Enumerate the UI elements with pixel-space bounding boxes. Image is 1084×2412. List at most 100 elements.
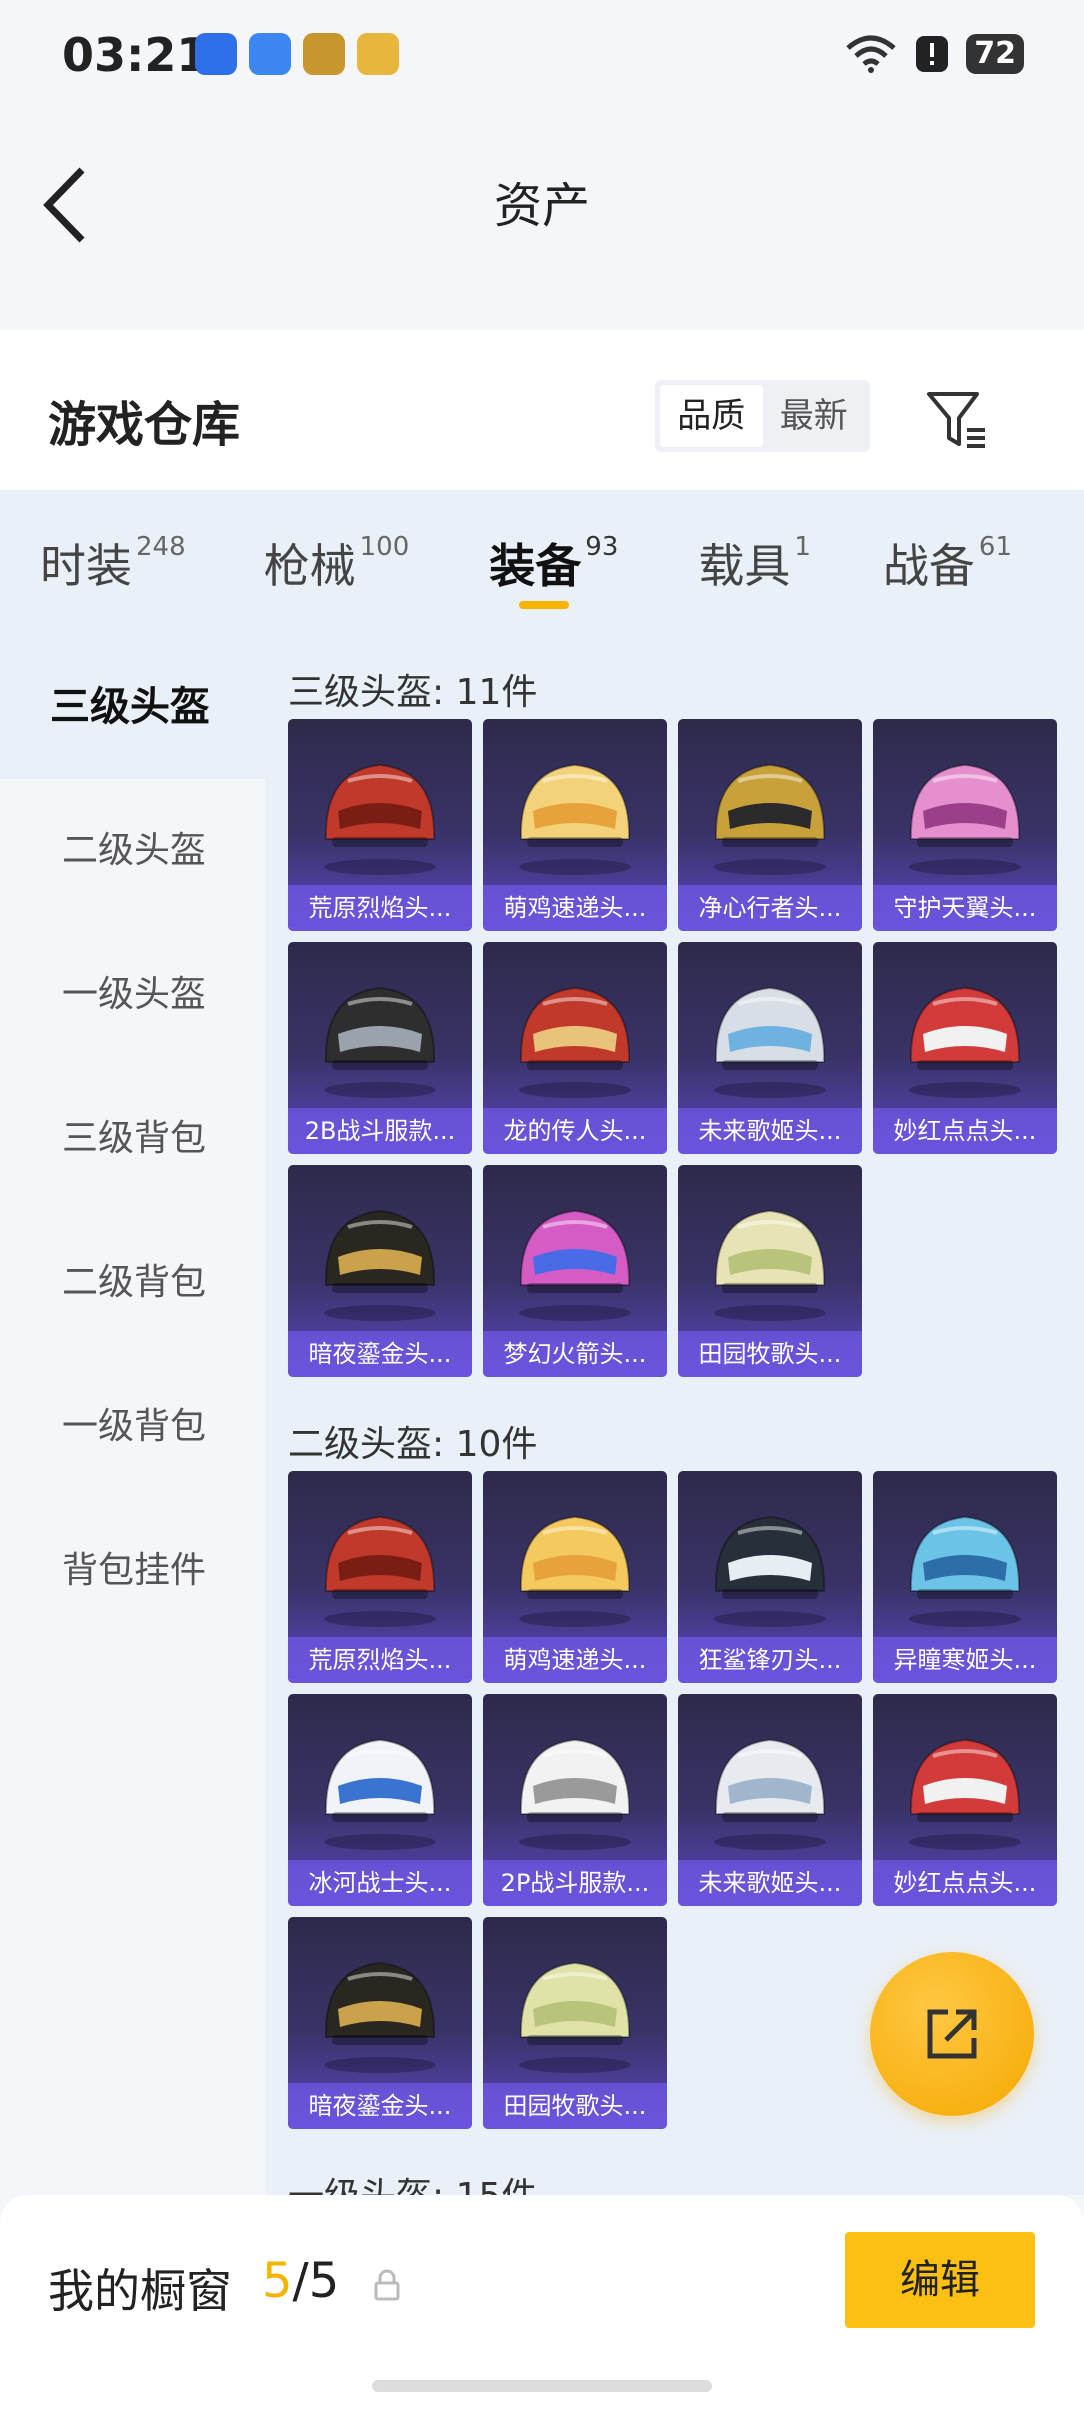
item-card[interactable]: 狂鲨锋刃头... <box>678 1471 862 1683</box>
helmet-image <box>519 986 631 1098</box>
ring-app-icon <box>357 33 399 75</box>
item-name: 守护天翼头... <box>873 885 1057 931</box>
tab-count: 248 <box>136 532 186 562</box>
tab-vehicles[interactable]: 载具 1 <box>648 490 841 635</box>
warehouse-header: 游戏仓库 品质 最新 <box>0 330 1084 490</box>
warehouse-title: 游戏仓库 <box>48 397 241 453</box>
item-name: 妙红点点头... <box>873 1108 1057 1154</box>
helmet-image <box>714 1209 826 1321</box>
helmet-image <box>714 763 826 875</box>
item-name: 未来歌姬头... <box>678 1108 862 1154</box>
item-card[interactable]: 未来歌姬头... <box>678 1694 862 1906</box>
item-card[interactable]: 荒原烈焰头... <box>288 719 472 931</box>
helmet-image <box>519 1209 631 1321</box>
item-name: 冰河战士头... <box>288 1860 472 1906</box>
sidebar: 三级头盔 二级头盔 一级头盔 三级背包 二级背包 一级背包 背包挂件 <box>0 635 265 2195</box>
item-name: 妙红点点头... <box>873 1860 1057 1906</box>
section-title: 二级头盔: 10件 <box>288 1424 538 1465</box>
item-card[interactable]: 异瞳寒姬头... <box>873 1471 1057 1683</box>
helmet-image <box>714 1738 826 1850</box>
tab-count: 93 <box>585 532 619 562</box>
item-card[interactable]: 田园牧歌头... <box>483 1917 667 2129</box>
tab-count: 1 <box>794 532 811 562</box>
item-name: 未来歌姬头... <box>678 1860 862 1906</box>
sort-toggle: 品质 最新 <box>655 380 870 452</box>
share-button[interactable] <box>870 1952 1034 2116</box>
item-card[interactable]: 暗夜鎏金头... <box>288 1917 472 2129</box>
helmet-image <box>324 763 436 875</box>
item-name: 萌鸡速递头... <box>483 1637 667 1683</box>
helmet-image <box>519 763 631 875</box>
tab-fashion[interactable]: 时装 248 <box>0 490 216 635</box>
sidebar-item-backpack-lv1[interactable]: 一级背包 <box>0 1355 265 1499</box>
item-card[interactable]: 冰河战士头... <box>288 1694 472 1906</box>
item-card[interactable]: 田园牧歌头... <box>678 1165 862 1377</box>
helmet-image <box>519 1961 631 2073</box>
item-card[interactable]: 未来歌姬头... <box>678 942 862 1154</box>
item-name: 荒原烈焰头... <box>288 885 472 931</box>
item-name: 2P战斗服款... <box>483 1860 667 1906</box>
item-card[interactable]: 萌鸡速递头... <box>483 1471 667 1683</box>
edit-button[interactable]: 编辑 <box>845 2232 1035 2328</box>
sidebar-item-helmet-lv2[interactable]: 二级头盔 <box>0 779 265 923</box>
item-name: 田园牧歌头... <box>678 1331 862 1377</box>
section-title: 一级头盔: 15件 <box>288 2139 1084 2195</box>
sort-quality[interactable]: 品质 <box>660 385 763 447</box>
sidebar-item-helmet-lv3[interactable]: 三级头盔 <box>0 635 265 779</box>
item-card[interactable]: 暗夜鎏金头... <box>288 1165 472 1377</box>
item-card[interactable]: 萌鸡速递头... <box>483 719 667 931</box>
item-name: 异瞳寒姬头... <box>873 1637 1057 1683</box>
section-helmet-lv3: 三级头盔: 11件 荒原烈焰头... 萌鸡速递头... 净心行者头... 守护天翼头.… <box>265 635 1084 1377</box>
helmet-image <box>324 986 436 1098</box>
tab-equipment[interactable]: 装备 93 <box>439 490 648 635</box>
tab-combat-gear[interactable]: 战备 61 <box>841 490 1042 635</box>
item-card[interactable]: 守护天翼头... <box>873 719 1057 931</box>
showcase-label: 我的橱窗 <box>48 2264 232 2318</box>
category-tabs: 时装 248 枪械 100 装备 93 载具 1 战备 61 <box>0 490 1084 635</box>
item-name: 狂鲨锋刃头... <box>678 1637 862 1683</box>
section-title: 三级头盔: 11件 <box>288 672 538 713</box>
item-name: 梦幻火箭头... <box>483 1331 667 1377</box>
item-card[interactable]: 2B战斗服款... <box>288 942 472 1154</box>
page-header: 资产 <box>0 110 1084 310</box>
item-grid: 荒原烈焰头... 萌鸡速递头... 净心行者头... 守护天翼头... 2B战斗服款..… <box>288 719 1084 1377</box>
bulb-app-icon <box>195 33 237 75</box>
sidebar-item-helmet-lv1[interactable]: 一级头盔 <box>0 923 265 1067</box>
helmet-image <box>909 1515 1021 1627</box>
helmet-image <box>714 1515 826 1627</box>
wifi-icon <box>846 35 896 73</box>
status-bar: 03:21 72 <box>0 0 1084 110</box>
sidebar-item-backpack-charm[interactable]: 背包挂件 <box>0 1499 265 1643</box>
item-card[interactable]: 2P战斗服款... <box>483 1694 667 1906</box>
filter-icon[interactable] <box>925 388 989 452</box>
notification-icons <box>195 33 399 75</box>
item-card[interactable]: 净心行者头... <box>678 719 862 931</box>
item-card[interactable]: 梦幻火箭头... <box>483 1165 667 1377</box>
item-name: 龙的传人头... <box>483 1108 667 1154</box>
helmet-image <box>909 986 1021 1098</box>
tab-label: 战备 <box>882 539 975 593</box>
active-tab-indicator <box>518 601 569 609</box>
item-card[interactable]: 龙的传人头... <box>483 942 667 1154</box>
item-card[interactable]: 妙红点点头... <box>873 942 1057 1154</box>
home-indicator[interactable] <box>372 2380 712 2392</box>
sidebar-item-backpack-lv2[interactable]: 二级背包 <box>0 1211 265 1355</box>
helmet-image <box>519 1738 631 1850</box>
item-card[interactable]: 妙红点点头... <box>873 1694 1057 1906</box>
item-card[interactable]: 荒原烈焰头... <box>288 1471 472 1683</box>
tab-count: 100 <box>359 532 410 562</box>
sort-latest[interactable]: 最新 <box>763 385 866 447</box>
game-app-icon <box>303 33 345 75</box>
item-name: 萌鸡速递头... <box>483 885 667 931</box>
item-name: 暗夜鎏金头... <box>288 2083 472 2129</box>
helmet-image <box>909 1738 1021 1850</box>
item-name: 田园牧歌头... <box>483 2083 667 2129</box>
upload-app-icon <box>249 33 291 75</box>
system-indicators: 72 <box>844 34 1024 74</box>
helmet-image <box>909 763 1021 875</box>
helmet-image <box>519 1515 631 1627</box>
showcase-current: 5 <box>262 2253 293 2309</box>
sidebar-item-backpack-lv3[interactable]: 三级背包 <box>0 1067 265 1211</box>
tab-weapons[interactable]: 枪械 100 <box>216 490 440 635</box>
helmet-image <box>324 1209 436 1321</box>
